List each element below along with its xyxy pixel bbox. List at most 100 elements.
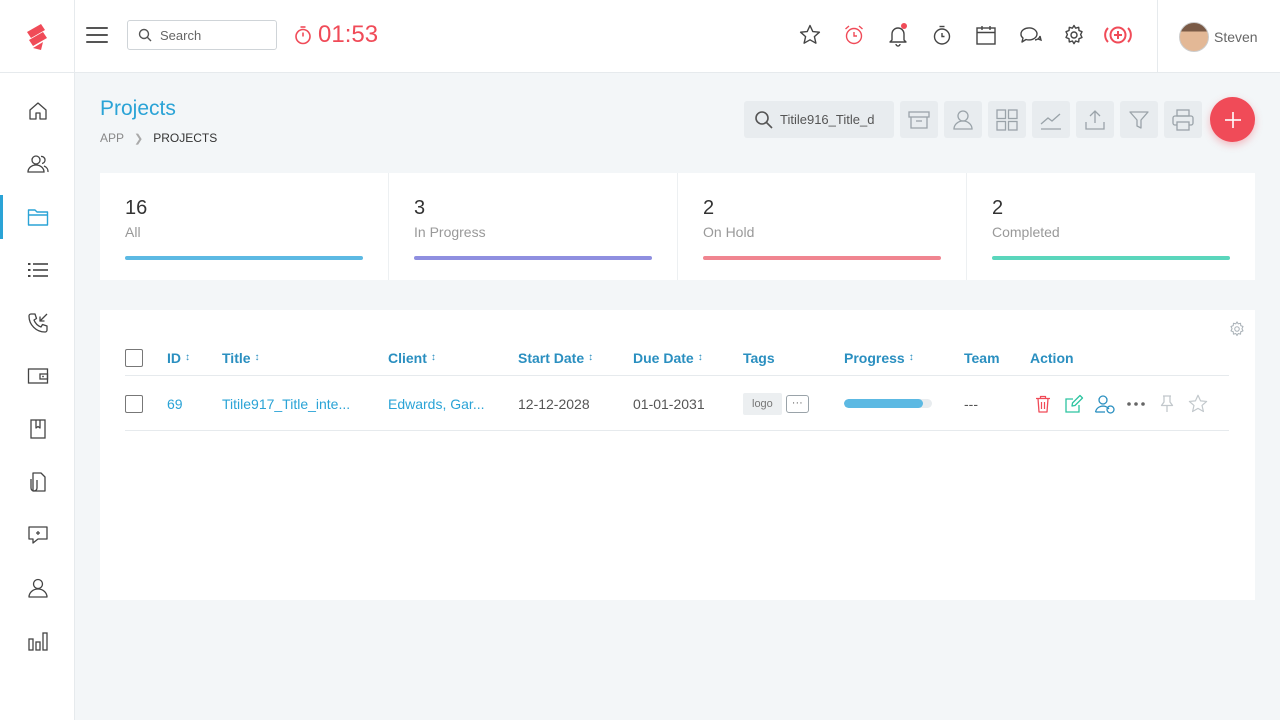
sidebar-item-reports[interactable] — [0, 619, 75, 663]
table-settings-button[interactable] — [1228, 320, 1246, 343]
row-checkbox[interactable] — [125, 394, 143, 413]
search-input[interactable] — [160, 27, 270, 43]
favorite-button[interactable] — [1182, 389, 1213, 419]
reminders-button[interactable] — [832, 18, 876, 52]
star-icon — [799, 24, 821, 44]
avatar — [1179, 21, 1209, 52]
calendar-icon — [976, 26, 996, 45]
app-logo[interactable] — [0, 0, 75, 73]
sidebar — [0, 73, 75, 720]
menu-toggle-button[interactable] — [86, 24, 108, 46]
sort-icon: ↕ — [697, 352, 703, 363]
calendar-button[interactable] — [964, 18, 1008, 52]
stat-all[interactable]: 16 All — [100, 173, 389, 280]
breadcrumb-app[interactable]: APP — [100, 131, 124, 145]
column-start-date[interactable]: Start Date ↕ — [518, 340, 593, 375]
document-attachment-icon — [29, 472, 46, 492]
gear-icon — [1230, 321, 1244, 337]
stopwatch-icon — [933, 25, 951, 45]
stat-count: 3 — [414, 197, 426, 219]
grid-view-button[interactable] — [988, 101, 1026, 138]
archive-button[interactable] — [900, 101, 938, 138]
project-stats: 16 All 3 In Progress 2 On Hold 2 Complet… — [100, 173, 1255, 280]
progress-bar — [844, 399, 932, 408]
project-search-input[interactable] — [780, 112, 890, 127]
column-label: Title — [222, 349, 251, 366]
favorites-button[interactable] — [788, 18, 832, 52]
sidebar-item-contracts[interactable] — [0, 460, 75, 504]
settings-button[interactable] — [1052, 18, 1096, 52]
add-project-button[interactable] — [1210, 97, 1255, 142]
progress-fill — [844, 399, 924, 408]
delete-button[interactable] — [1027, 389, 1058, 419]
timer-value: 01:53 — [318, 21, 379, 48]
column-label: Progress — [844, 349, 905, 366]
select-all-cell — [125, 340, 143, 375]
column-progress[interactable]: Progress ↕ — [844, 340, 914, 375]
chat-bubbles-icon — [1020, 27, 1042, 43]
notifications-button[interactable] — [876, 18, 920, 52]
edit-button[interactable] — [1058, 389, 1089, 419]
upload-icon — [1085, 109, 1105, 130]
archive-box-icon — [908, 110, 930, 129]
more-tags-button[interactable]: ··· — [785, 394, 809, 413]
sidebar-item-tickets[interactable] — [0, 513, 75, 557]
sidebar-item-knowledgebase[interactable] — [0, 407, 75, 451]
stat-completed[interactable]: 2 Completed — [967, 173, 1255, 280]
tag-badge: logo — [743, 392, 782, 415]
stat-label: All — [125, 224, 141, 240]
sidebar-item-dashboard[interactable] — [0, 89, 75, 133]
export-button[interactable] — [1076, 101, 1114, 138]
select-all-checkbox[interactable] — [125, 348, 143, 367]
sidebar-item-tasks[interactable] — [0, 248, 75, 292]
more-options-button[interactable] — [1120, 389, 1151, 419]
wallet-icon — [27, 368, 48, 384]
statistics-button[interactable] — [1032, 101, 1070, 138]
assign-team-button[interactable] — [1089, 389, 1120, 419]
stat-bar — [125, 256, 363, 260]
column-due-date[interactable]: Due Date ↕ — [633, 340, 703, 375]
sort-icon: ↕ — [908, 352, 914, 363]
column-label: Due Date — [633, 349, 694, 366]
sidebar-item-finance[interactable] — [0, 354, 75, 398]
bar-chart-icon — [27, 632, 48, 651]
sidebar-item-clients[interactable] — [0, 142, 75, 186]
users-icon — [26, 155, 49, 173]
sidebar-item-leads[interactable] — [0, 301, 75, 345]
project-search[interactable] — [744, 101, 894, 138]
user-menu[interactable]: Steven — [1157, 0, 1280, 73]
timer-display[interactable]: 01:53 — [294, 20, 378, 50]
search-icon — [138, 28, 152, 42]
search-icon — [755, 110, 773, 129]
quick-add-button[interactable] — [1096, 18, 1140, 52]
stat-in-progress[interactable]: 3 In Progress — [389, 173, 678, 280]
column-client[interactable]: Client ↕ — [388, 340, 436, 375]
stat-bar — [414, 256, 652, 260]
stat-on-hold[interactable]: 2 On Hold — [678, 173, 967, 280]
add-circle-icon — [1104, 26, 1132, 44]
global-search[interactable] — [127, 20, 277, 50]
project-title[interactable]: Titile917_Title_inte... — [222, 377, 350, 430]
sidebar-item-team[interactable] — [0, 566, 75, 610]
phone-incoming-icon — [27, 313, 48, 333]
column-action: Action — [1030, 340, 1074, 375]
column-team: Team — [964, 340, 1000, 375]
project-progress — [844, 377, 932, 430]
print-button[interactable] — [1164, 101, 1202, 138]
filter-button[interactable] — [1120, 101, 1158, 138]
projects-table-card: ID ↕ Title ↕ Client ↕ Start Date ↕ Due Date ↕… — [100, 310, 1255, 600]
messages-button[interactable] — [1008, 18, 1052, 52]
edit-icon — [1064, 394, 1083, 413]
stat-bar — [703, 256, 941, 260]
project-client[interactable]: Edwards, Gar... — [388, 377, 484, 430]
project-id[interactable]: 69 — [167, 377, 183, 430]
sidebar-item-projects[interactable] — [0, 195, 75, 239]
pin-button[interactable] — [1151, 389, 1182, 419]
time-tracker-button[interactable] — [920, 18, 964, 52]
column-title[interactable]: Title ↕ — [222, 340, 260, 375]
chevron-right-icon: ❯ — [134, 132, 144, 145]
column-label: Client — [388, 349, 427, 366]
my-projects-button[interactable] — [944, 101, 982, 138]
column-id[interactable]: ID ↕ — [167, 340, 190, 375]
column-label: ID — [167, 349, 181, 366]
